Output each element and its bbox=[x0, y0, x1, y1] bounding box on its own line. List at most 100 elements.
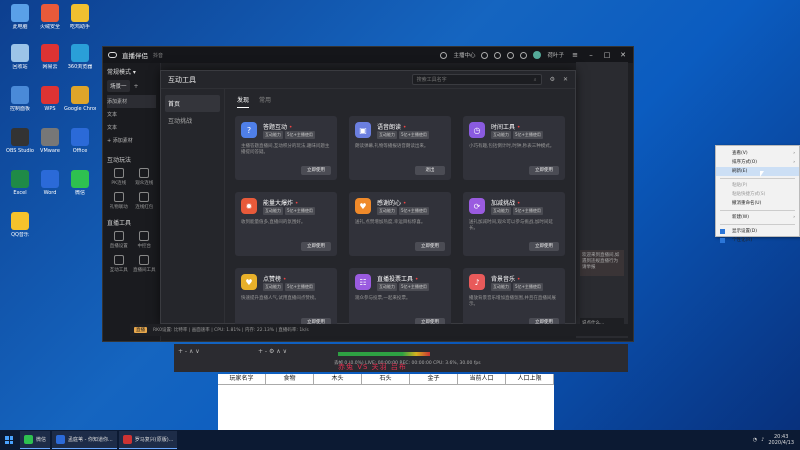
tool-interact_tools-3[interactable]: 连线红包 bbox=[133, 192, 157, 210]
use-button[interactable]: 立即使用 bbox=[415, 242, 445, 251]
taskbar-app-label: 微信 bbox=[36, 437, 47, 443]
desktop-icon[interactable]: 控制面板 bbox=[4, 86, 36, 112]
tool-search-input[interactable]: 搜索工具名字 ⌕ bbox=[411, 74, 542, 85]
search-icon[interactable]: ⌕ bbox=[534, 77, 537, 83]
creator-center-link[interactable]: 主播中心 bbox=[453, 51, 475, 59]
use-button[interactable]: 立即使用 bbox=[529, 242, 559, 251]
network-icon[interactable]: ◔ bbox=[753, 437, 757, 443]
close-button[interactable]: ✕ bbox=[618, 51, 628, 59]
tool-interact_tools-1[interactable]: 观众连线 bbox=[133, 168, 157, 186]
source-item[interactable]: 添加素材 bbox=[107, 95, 156, 108]
badge: 5亿+主播使用 bbox=[513, 207, 543, 215]
desktop-icon[interactable]: 吃鸡助手 bbox=[64, 4, 96, 30]
minimize-button[interactable]: – bbox=[586, 51, 596, 59]
desktop-icon[interactable]: QQ音乐 bbox=[4, 212, 36, 238]
tool-icon bbox=[139, 168, 150, 178]
badge: 互动能力 bbox=[377, 207, 397, 215]
nav-item[interactable]: 互动挑战 bbox=[165, 112, 220, 129]
taskbar-app[interactable]: 罗马复兴(原版)... bbox=[118, 431, 178, 449]
tool-card-title: 能量大爆炸 bbox=[263, 200, 294, 207]
desktop-icon[interactable]: WPS bbox=[34, 86, 66, 112]
tool-card-name: 感谢的心 • bbox=[377, 198, 406, 207]
context-menu-item[interactable]: 查看(V) › bbox=[716, 149, 799, 158]
tool-card: ♥ 感谢的心 • 互动能力 5亿+主播使用 送礼,点赞增加热度,幸运目标惊喜。 立即使用 bbox=[349, 192, 451, 256]
tool-interact_tools-0[interactable]: PK连线 bbox=[107, 168, 131, 186]
taskbar-app-label: 孟庭苇 - 你知道你... bbox=[68, 437, 113, 443]
desktop-icon[interactable]: 火绒安全 bbox=[34, 4, 66, 30]
table-header-cell[interactable]: 当前人口 bbox=[458, 374, 506, 384]
context-menu-item[interactable]: 撤消重命名(U) bbox=[716, 199, 799, 208]
desktop-app-icon bbox=[41, 170, 59, 188]
taskbar-app[interactable]: 孟庭苇 - 你知道你... bbox=[52, 431, 117, 449]
avatar[interactable] bbox=[533, 51, 542, 59]
start-button[interactable] bbox=[0, 430, 18, 450]
tool-live_tools-1[interactable]: 中控台 bbox=[133, 231, 157, 249]
desktop-icon[interactable]: 回收站 bbox=[4, 44, 36, 70]
context-menu-item[interactable]: 新建(W) › bbox=[716, 213, 799, 222]
desktop-icon[interactable]: Excel bbox=[4, 170, 36, 196]
use-button[interactable]: 立即使用 bbox=[301, 242, 331, 251]
tab-0[interactable]: 发现 bbox=[237, 95, 250, 108]
table-header-cell[interactable]: 木头 bbox=[314, 374, 362, 384]
table-header-cell[interactable]: 食物 bbox=[266, 374, 314, 384]
add-scene-icon[interactable]: + bbox=[133, 83, 138, 90]
desktop-icon[interactable]: 此电脑 bbox=[4, 4, 36, 30]
taskbar-app[interactable]: 微信 bbox=[20, 431, 51, 449]
desktop-app-icon bbox=[41, 128, 59, 146]
menu-icon[interactable]: ≡ bbox=[570, 51, 580, 59]
desktop-icon[interactable]: VMware bbox=[34, 128, 66, 154]
tab-1[interactable]: 常用 bbox=[259, 95, 271, 108]
desktop-icon[interactable]: Office bbox=[64, 128, 96, 154]
tool-live_tools-0[interactable]: 直播设置 bbox=[107, 231, 131, 249]
desktop-icon-label: 火绒安全 bbox=[39, 24, 60, 30]
context-menu-item[interactable]: 显示设置(D) bbox=[716, 227, 799, 236]
new-dot-icon: • bbox=[401, 200, 407, 207]
add-icon[interactable] bbox=[481, 51, 489, 59]
settings-icon[interactable]: ⚙ bbox=[550, 76, 555, 83]
context-menu-item[interactable]: 排序方式(O) › bbox=[716, 158, 799, 167]
nav-item[interactable]: 首页 bbox=[165, 95, 220, 112]
tool-card-desc: 主播答题直播间,互动积分的玩法,趣味问题主播提问答疑。 bbox=[241, 144, 330, 155]
source-item[interactable]: 文本 bbox=[107, 121, 156, 134]
desktop-icon[interactable]: Google Chrome bbox=[64, 86, 96, 112]
tool-live_tools-2[interactable]: 互动工具 bbox=[107, 255, 131, 273]
use-button[interactable]: 立即使用 bbox=[529, 166, 559, 175]
use-button[interactable]: 立即使用 bbox=[301, 166, 331, 175]
scene-tab[interactable]: 场景一 bbox=[107, 80, 130, 92]
desktop-icon-label: 此电脑 bbox=[12, 24, 28, 30]
table-header-cell[interactable]: 石头 bbox=[362, 374, 410, 384]
obs-source-controls[interactable]: + - ⚙ ∧ ∨ bbox=[254, 344, 287, 358]
desktop-icon[interactable]: 网易云 bbox=[34, 44, 66, 70]
settings-icon[interactable] bbox=[520, 51, 528, 59]
use-button[interactable]: 退出 bbox=[415, 166, 445, 175]
tool-interact_tools-2[interactable]: 礼物联动 bbox=[107, 192, 131, 210]
message-icon[interactable] bbox=[507, 51, 515, 59]
menu-separator bbox=[720, 210, 795, 211]
table-header-cell[interactable]: 玩家名字 bbox=[218, 374, 266, 384]
source-item[interactable]: 文本 bbox=[107, 108, 156, 121]
clock[interactable]: 20:43 2020/4/13 bbox=[768, 434, 794, 446]
link-icon[interactable] bbox=[494, 51, 502, 59]
desktop-icon[interactable]: 360浏览器 bbox=[64, 44, 96, 70]
context-menu-item[interactable]: 个性化(R) bbox=[716, 236, 799, 245]
app-sidebar: 常规模式 ▾ 场景一 + 添加素材 文本 文本 + 添加素材 互动玩法 PK连线 观众连… bbox=[103, 63, 161, 341]
badge: 5亿+主播使用 bbox=[513, 283, 543, 291]
volume-icon[interactable]: ♪ bbox=[761, 437, 764, 443]
context-menu-item[interactable]: 刷新(E) bbox=[716, 167, 799, 176]
taskbar-app-icon bbox=[24, 435, 33, 444]
tool-card-desc: 播放背景音乐增加直播氛围,并且在直播间展示。 bbox=[469, 296, 556, 307]
username[interactable]: 荷叶子 bbox=[547, 51, 564, 59]
desktop-icon[interactable]: Word bbox=[34, 170, 66, 196]
tool-card-icon: ♥ bbox=[355, 198, 371, 214]
desktop-icon[interactable]: OBS Studio bbox=[4, 128, 36, 154]
source-item[interactable]: + 添加素材 bbox=[107, 134, 156, 147]
creator-center-icon[interactable] bbox=[440, 51, 448, 59]
tool-live_tools-3[interactable]: 直播间工具 bbox=[133, 255, 157, 273]
table-header-cell[interactable]: 人口上限 bbox=[506, 374, 554, 384]
table-header-cell[interactable]: 金子 bbox=[410, 374, 458, 384]
mode-select[interactable]: 常规模式 ▾ bbox=[107, 67, 156, 76]
close-dialog-button[interactable]: ✕ bbox=[563, 76, 568, 83]
maximize-button[interactable]: □ bbox=[602, 51, 612, 59]
desktop-icon-label: QQ音乐 bbox=[11, 232, 29, 238]
desktop-icon[interactable]: 微信 bbox=[64, 170, 96, 196]
